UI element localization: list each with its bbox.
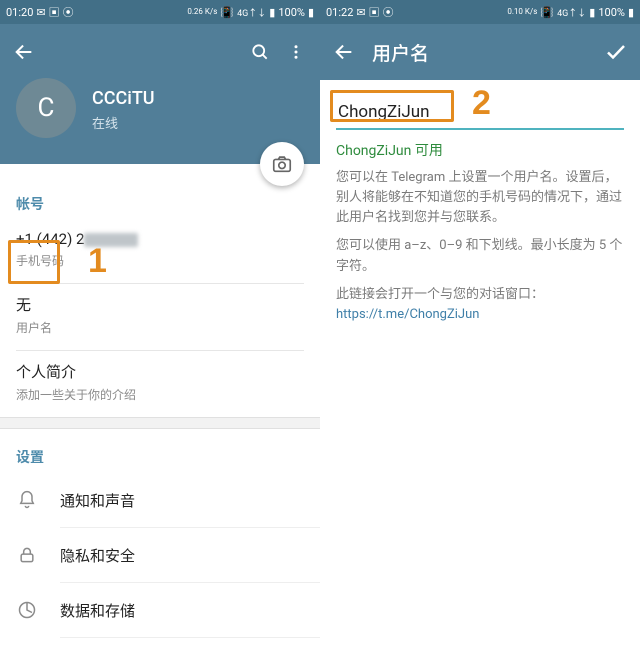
menu-privacy[interactable]: 隐私和安全 <box>0 528 320 582</box>
status-img-icon: ▣ <box>49 4 60 20</box>
phone-value-obscured <box>84 233 138 247</box>
phone-left: 01:20 ✉ ▣ ⦿ 0.26 K/s 📳 4G↑↓ ▮ 100% ▮ <box>0 0 320 646</box>
avatar[interactable]: C <box>16 78 76 138</box>
phone-right: 01:22 ✉ ▣ ⦿ 0.10 K/s 📳 4G↑↓ ▮ 100% ▮ 用户名 <box>320 0 640 646</box>
menu-chat[interactable]: 聊天设置 <box>0 638 320 646</box>
status-time: 01:22 <box>326 6 353 19</box>
content: ChongZiJun ChongZiJun 可用 您可以在 Telegram 上… <box>320 80 640 646</box>
bio-value: 个人简介 <box>16 361 304 382</box>
username-link[interactable]: https://t.me/ChongZiJun <box>336 307 479 322</box>
status-loc-icon: ⦿ <box>383 4 394 20</box>
bio-row[interactable]: 个人简介 添加一些关于你的介绍 <box>0 351 320 417</box>
search-button[interactable] <box>244 36 276 68</box>
status-bar: 01:20 ✉ ▣ ⦿ 0.26 K/s 📳 4G↑↓ ▮ 100% ▮ <box>0 0 320 24</box>
phone-row[interactable]: +1 (442) 2 手机号码 <box>0 220 320 283</box>
bell-icon <box>16 489 38 511</box>
confirm-button[interactable] <box>600 36 632 68</box>
camera-button[interactable] <box>260 142 304 186</box>
appbar: 用户名 <box>320 24 640 80</box>
status-loc-icon: ⦿ <box>63 4 74 20</box>
phone-value: +1 (442) 2 <box>16 230 84 248</box>
status-msg-icon: ✉ <box>356 6 365 19</box>
more-button[interactable] <box>280 36 312 68</box>
data-icon <box>16 599 38 621</box>
description-3: 此链接会打开一个与您的对话窗口： https://t.me/ChongZiJun <box>336 285 624 325</box>
battery-icon: ▮ <box>628 6 634 19</box>
status-bar: 01:22 ✉ ▣ ⦿ 0.10 K/s 📳 4G↑↓ ▮ 100% ▮ <box>320 0 640 24</box>
back-button[interactable] <box>8 36 40 68</box>
profile-header: C CCCiTU 在线 <box>0 24 320 164</box>
username-value: 无 <box>16 294 304 315</box>
profile-name: CCCiTU <box>92 88 155 109</box>
description-1: 您可以在 Telegram 上设置一个用户名。设置后，别人将能够在不知道您的手机… <box>336 168 624 228</box>
bio-label: 添加一些关于你的介绍 <box>16 386 304 403</box>
lock-icon <box>16 544 38 566</box>
availability-text: ChongZiJun 可用 <box>336 140 624 160</box>
status-time: 01:20 <box>6 6 33 19</box>
status-signal-icon: ▮ <box>589 6 595 19</box>
status-msg-icon: ✉ <box>36 6 45 19</box>
section-settings: 设置 <box>0 429 320 473</box>
username-label: 用户名 <box>16 319 304 336</box>
username-row[interactable]: 无 用户名 <box>0 284 320 350</box>
status-4g-icon: 4G↑↓ <box>237 6 266 19</box>
status-battery: 100% <box>278 6 305 19</box>
status-signal-icon: ▮ <box>269 6 275 19</box>
phone-label: 手机号码 <box>16 252 304 269</box>
battery-icon: ▮ <box>308 6 314 19</box>
status-net: 0.10 K/s <box>507 8 537 16</box>
menu-notifications[interactable]: 通知和声音 <box>0 473 320 527</box>
username-input[interactable]: ChongZiJun <box>336 96 624 130</box>
status-vibrate-icon: 📳 <box>540 6 554 19</box>
status-img-icon: ▣ <box>369 4 380 20</box>
status-battery: 100% <box>598 6 625 19</box>
page-title: 用户名 <box>372 39 600 66</box>
description-2: 您可以使用 a–z、0–9 和下划线。最小长度为 5 个字符。 <box>336 236 624 276</box>
status-vibrate-icon: 📳 <box>220 6 234 19</box>
menu-data[interactable]: 数据和存储 <box>0 583 320 637</box>
content: 帐号 +1 (442) 2 手机号码 无 用户名 个人简介 添加一些关于你的介绍… <box>0 164 320 646</box>
status-net: 0.26 K/s <box>187 8 217 16</box>
profile-status: 在线 <box>92 113 155 132</box>
back-button[interactable] <box>328 36 360 68</box>
status-4g-icon: 4G↑↓ <box>557 6 586 19</box>
